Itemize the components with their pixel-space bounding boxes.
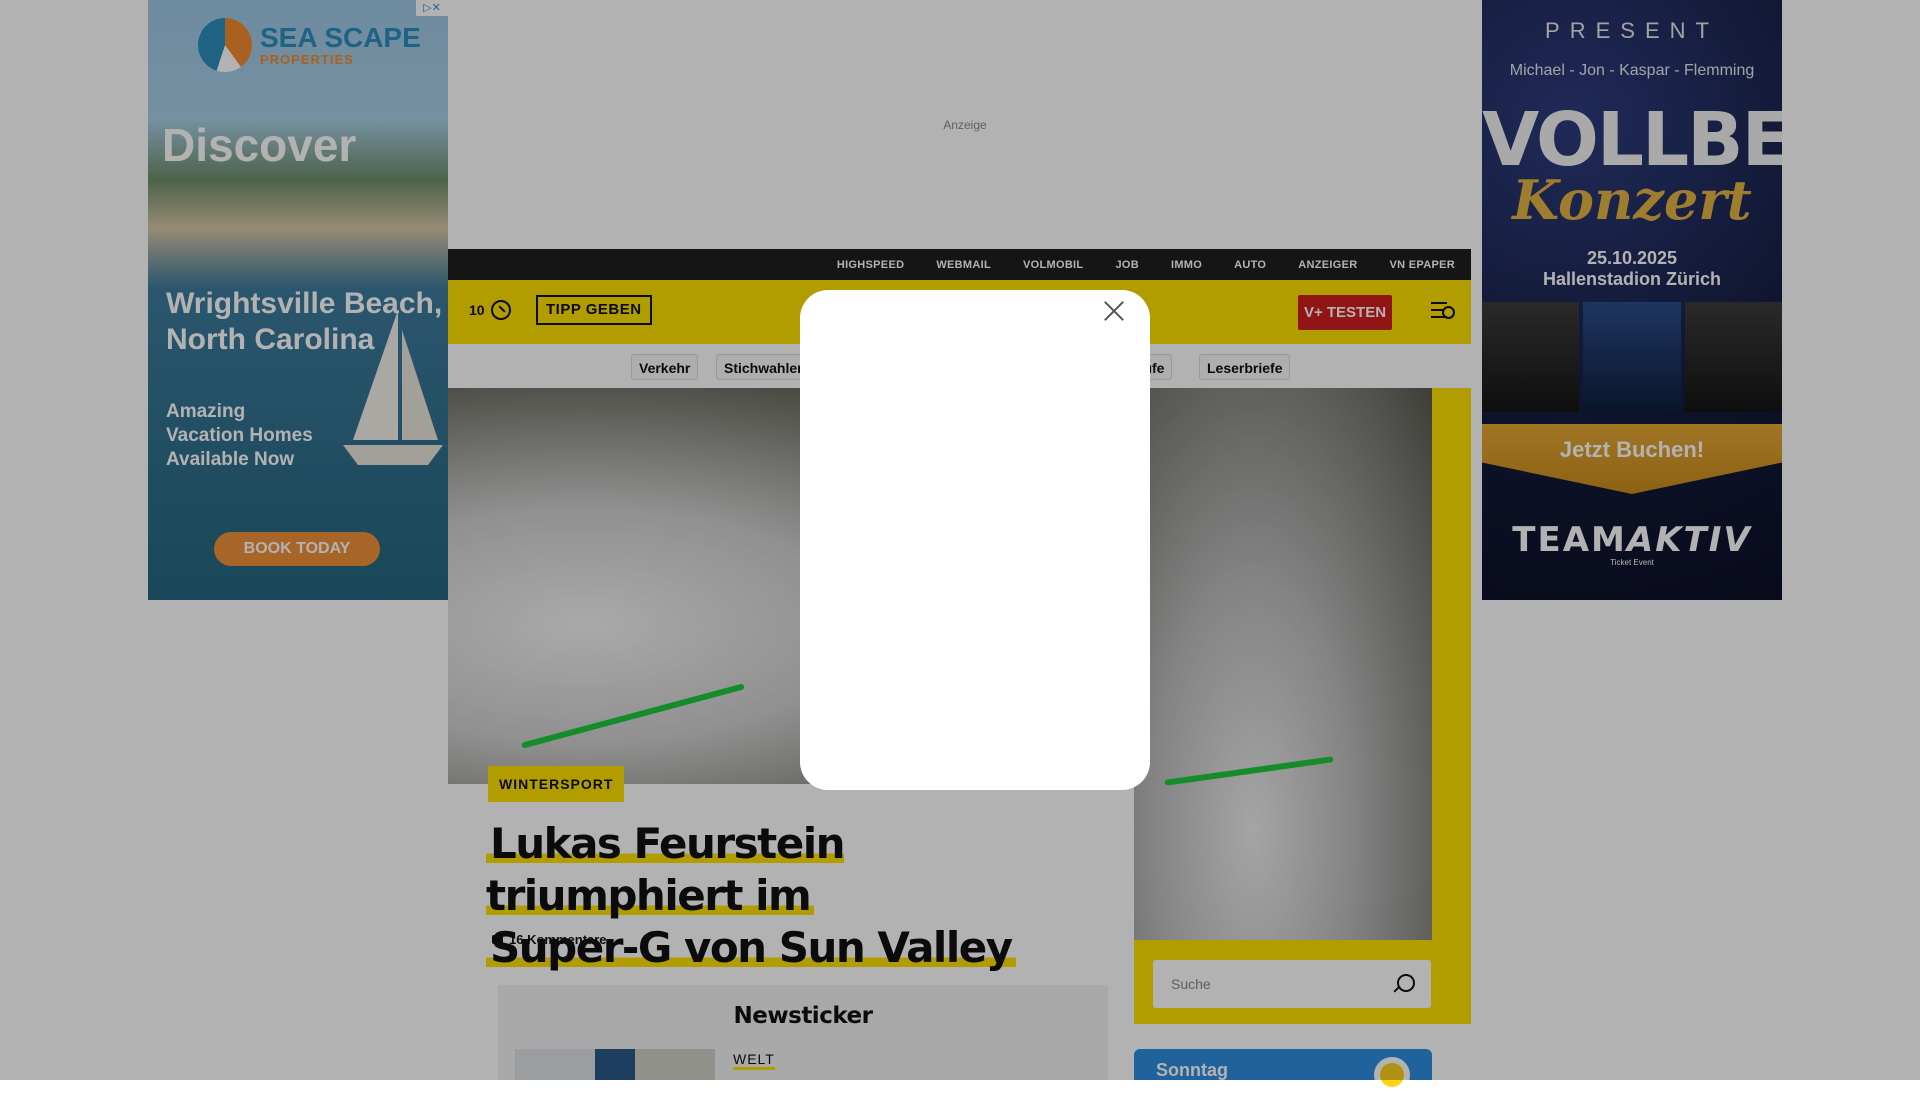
modal-dialog — [800, 290, 1150, 790]
close-icon[interactable] — [1102, 298, 1126, 322]
